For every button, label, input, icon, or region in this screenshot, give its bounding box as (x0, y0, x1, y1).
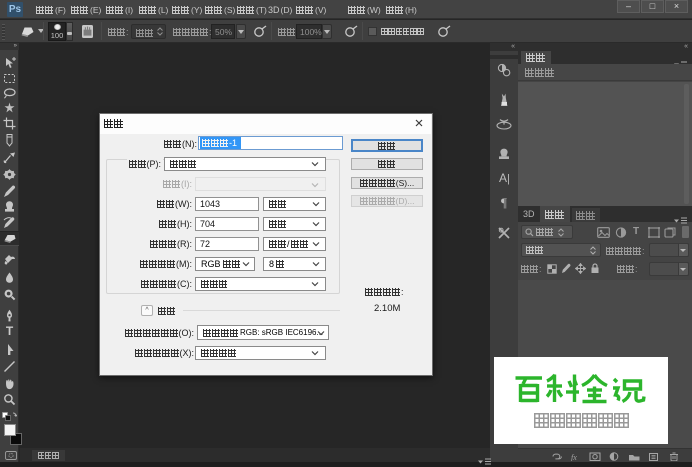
svg-text:fx: fx (571, 453, 577, 461)
